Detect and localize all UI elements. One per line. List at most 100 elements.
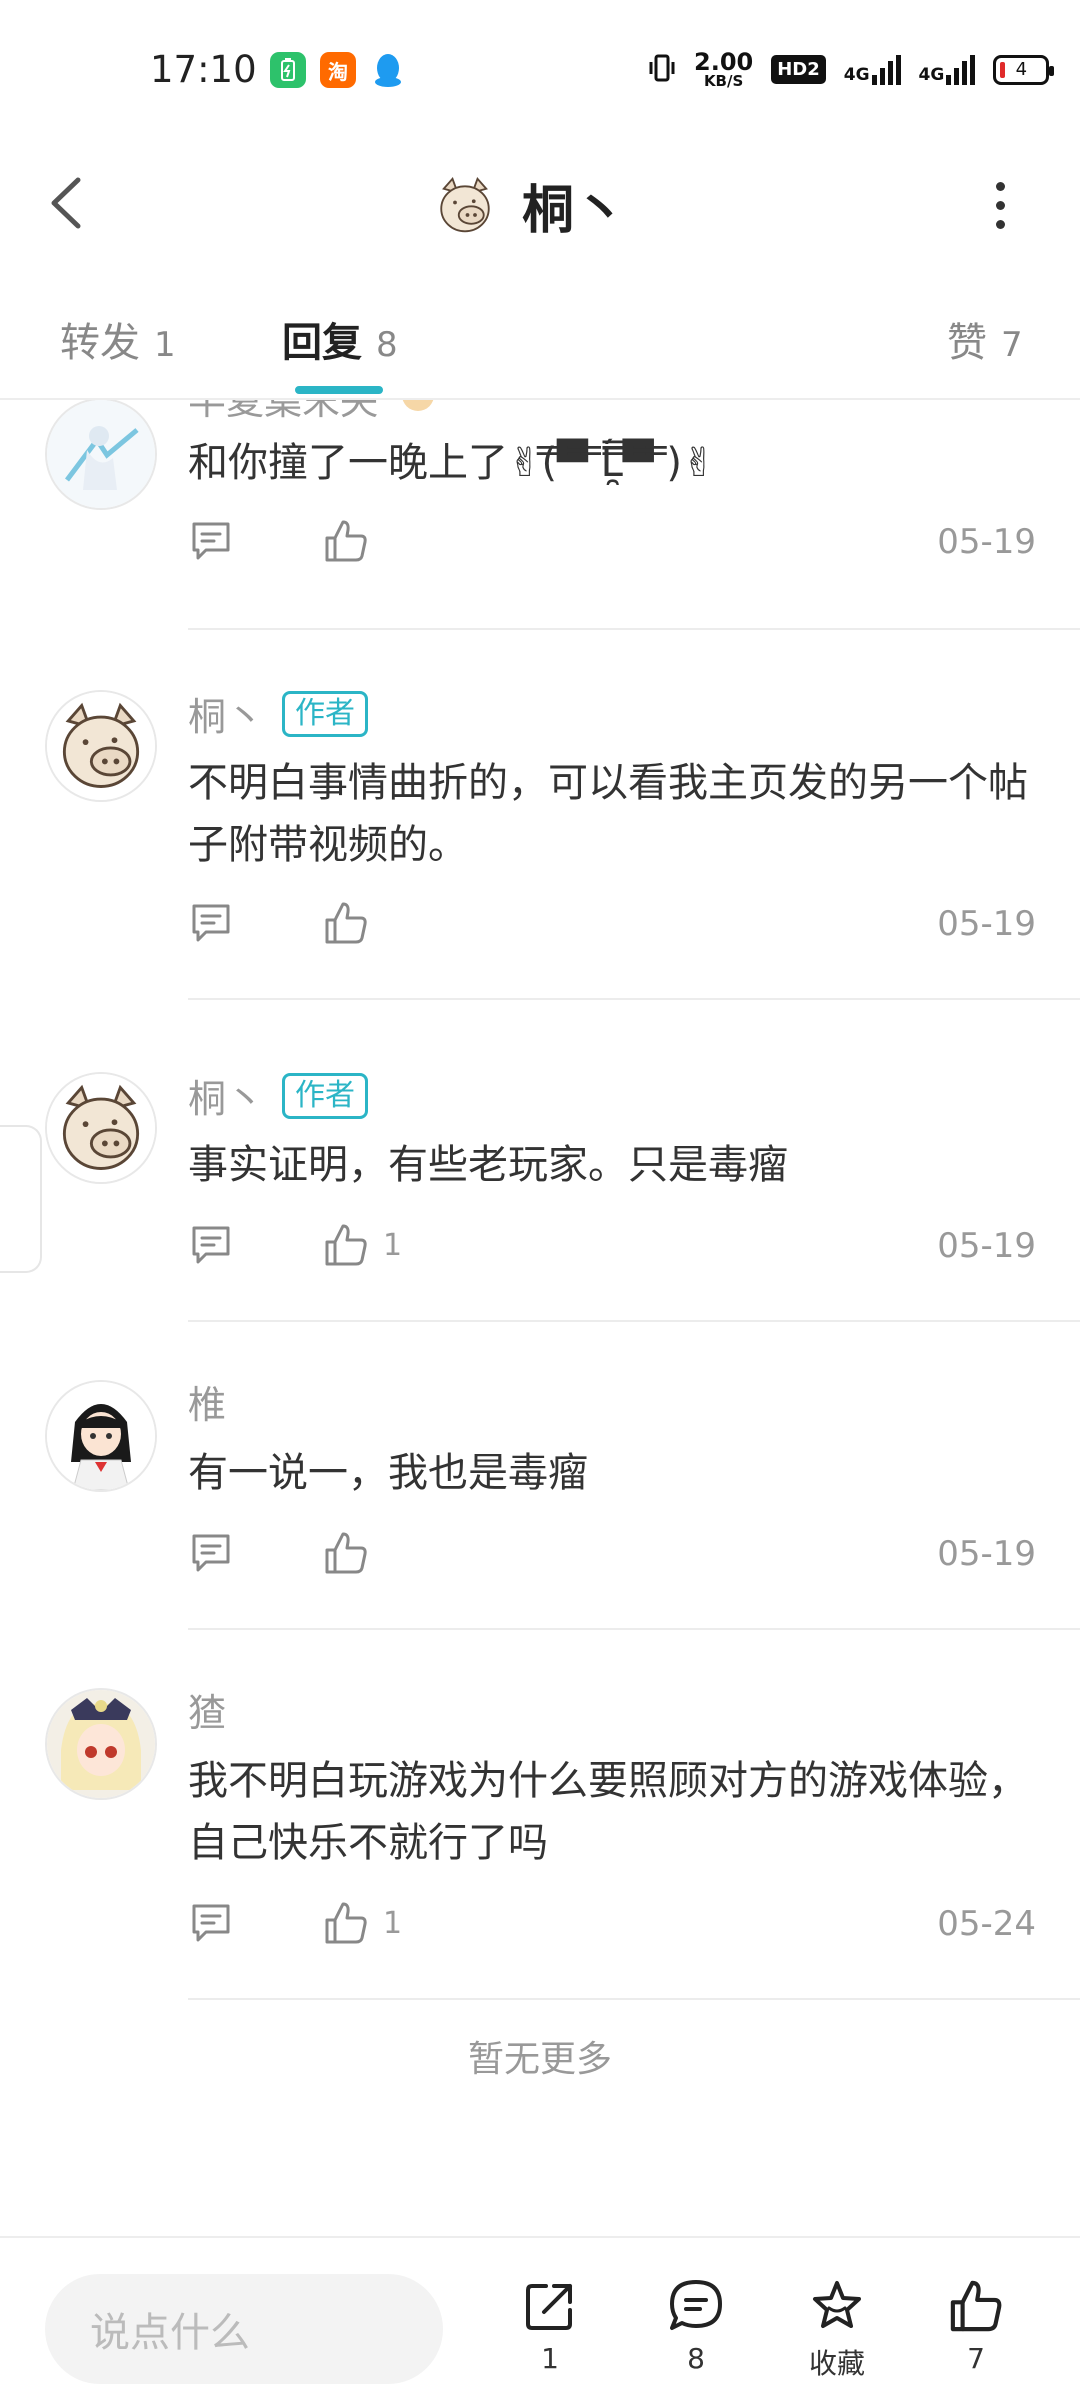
comment-date: 05-19 — [937, 1226, 1036, 1266]
signal-label-2: 4G — [918, 64, 945, 85]
status-app-icons: 淘 — [270, 52, 406, 88]
bottom-bar: 说点什么 1 8 收藏 7 — [0, 2236, 1080, 2400]
page-header: 桐丶 — [0, 140, 1080, 270]
thumbs-up-icon — [325, 1902, 367, 1944]
reply-icon — [192, 1904, 230, 1942]
comment-username-row: 桐丶 作者 — [188, 1068, 369, 1123]
comment-text: 有一说一，我也是毒瘤 — [188, 1450, 588, 1496]
comment-text: 和你撞了一晚上了✌(̿▀̿ ̿Ĺ̯̿̿▀̿ ̿)✌ — [188, 440, 716, 486]
hd-badge: HD2 — [771, 55, 826, 84]
favorite-button[interactable]: 收藏 — [787, 2278, 887, 2382]
back-button[interactable] — [40, 168, 100, 238]
comment-date: 05-19 — [937, 904, 1036, 944]
reply-icon — [192, 522, 230, 560]
comment-text: 我不明白玩游戏为什么要照顾对方的游戏体验，自己快乐不就行了吗 — [188, 1758, 1028, 1866]
comment-username[interactable]: 桐丶 — [188, 1068, 264, 1123]
comment-text: 事实证明，有些老玩家。只是毒瘤 — [188, 1142, 788, 1188]
qq-app-icon — [370, 52, 406, 88]
more-options-button[interactable] — [980, 170, 1020, 240]
tab-active-indicator — [295, 386, 383, 394]
avatar[interactable] — [45, 400, 157, 510]
avatar[interactable] — [45, 1072, 157, 1184]
thumbs-up-icon — [325, 902, 367, 944]
tab-replies-label: 回复 — [282, 320, 362, 366]
status-indicators: 2.00 KB/S HD2 4G 4G 4 — [648, 50, 1055, 90]
reply-button[interactable] — [188, 900, 238, 950]
like-button[interactable] — [323, 900, 383, 946]
comment-item: 桐丶 作者 不明白事情曲折的，可以看我主页发的另一个帖子附带视频的。 05-19 — [0, 690, 1080, 1010]
like-button[interactable] — [323, 518, 383, 564]
comment-item: 猹 我不明白玩游戏为什么要照顾对方的游戏体验，自己快乐不就行了吗 1 05-24 — [0, 1688, 1080, 2008]
tab-replies-count: 8 — [376, 325, 398, 365]
reply-button[interactable] — [188, 1900, 238, 1950]
comment-item: 桐丶 作者 事实证明，有些老玩家。只是毒瘤 1 05-19 — [0, 1072, 1080, 1332]
side-drawer-handle[interactable] — [0, 1125, 42, 1273]
tab-bar: 转发 1 回复 8 赞 7 — [0, 290, 1080, 400]
comment-actions: 05-19 — [188, 900, 1036, 960]
comment-actions: 05-19 — [188, 1530, 1036, 1590]
taobao-app-icon: 淘 — [320, 52, 356, 88]
comment-username[interactable]: 桐丶 — [188, 686, 264, 741]
header-user[interactable]: 桐丶 — [430, 155, 626, 255]
comment-count: 8 — [687, 2342, 705, 2375]
signal-label-1: 4G — [843, 64, 870, 85]
comment-username[interactable]: 半夏葉末央 — [188, 400, 378, 425]
tab-likes[interactable]: 赞 7 — [947, 310, 1023, 368]
comment-date: 05-19 — [937, 522, 1036, 562]
reply-icon — [192, 904, 230, 942]
emoji-avatar-icon — [396, 400, 440, 422]
comment-divider — [188, 998, 1080, 1000]
like-count: 1 — [383, 1227, 403, 1263]
battery-level: 4 — [1015, 59, 1028, 80]
comment-input[interactable]: 说点什么 — [45, 2274, 443, 2384]
net-speed-unit: KB/S — [703, 72, 744, 90]
reply-icon — [192, 1534, 230, 1572]
like-button[interactable]: 1 — [323, 1222, 402, 1268]
comment-username-row: 猹 — [188, 1682, 226, 1737]
comments-button[interactable]: 8 — [646, 2278, 746, 2375]
no-more-label: 暂无更多 — [467, 2039, 612, 2080]
like-button[interactable]: 1 — [323, 1900, 402, 1946]
chevron-left-icon — [51, 177, 81, 229]
comment-actions: 1 05-24 — [188, 1900, 1036, 1960]
comment-username-row: 椎 — [188, 1374, 226, 1429]
battery-app-icon — [270, 52, 306, 88]
like-post-button[interactable]: 7 — [926, 2278, 1026, 2375]
tab-replies[interactable]: 回复 8 — [282, 310, 398, 368]
comment-divider — [188, 1628, 1080, 1630]
comment-username[interactable]: 猹 — [188, 1682, 226, 1737]
author-badge: 作者 — [282, 690, 369, 737]
signal-icon-2: 4G — [918, 54, 976, 85]
thumbs-up-icon — [325, 520, 367, 562]
comment-text: 不明白事情曲折的，可以看我主页发的另一个帖子附带视频的。 — [188, 760, 1028, 868]
reply-icon — [192, 1226, 230, 1264]
header-avatar — [430, 170, 500, 240]
star-icon — [813, 2281, 861, 2328]
avatar[interactable] — [45, 1688, 157, 1800]
comment-username-row: 桐丶 作者 — [188, 686, 369, 741]
reply-button[interactable] — [188, 518, 238, 568]
avatar[interactable] — [45, 690, 157, 802]
tab-forward[interactable]: 转发 1 — [60, 310, 176, 368]
tab-forward-label: 转发 — [60, 320, 140, 366]
reply-button[interactable] — [188, 1530, 238, 1580]
favorite-label: 收藏 — [808, 2347, 865, 2380]
comment-date: 05-24 — [937, 1904, 1036, 1944]
share-icon — [526, 2284, 572, 2330]
author-badge: 作者 — [282, 1072, 369, 1119]
comment-actions: 05-19 — [188, 518, 1036, 578]
comment-username[interactable]: 椎 — [188, 1374, 226, 1429]
share-button[interactable]: 1 — [500, 2278, 600, 2375]
signal-icon-1: 4G — [843, 54, 901, 85]
comment-list[interactable]: 半夏葉末央 和你撞了一晚上了✌(̿▀̿ ̿Ĺ̯̿̿▀̿ ̿)✌ 05-19 桐丶… — [0, 400, 1080, 2235]
tab-likes-label: 赞 — [947, 320, 987, 366]
reply-button[interactable] — [188, 1222, 238, 1272]
comment-divider — [188, 1998, 1080, 2000]
page-title: 桐丶 — [522, 180, 627, 241]
status-bar: 17:10 淘 2.00 KB/S HD2 4G 4G 4 — [0, 0, 1080, 140]
like-button[interactable] — [323, 1530, 383, 1576]
like-post-count: 7 — [967, 2342, 985, 2375]
avatar[interactable] — [45, 1380, 157, 1492]
thumbs-up-icon — [325, 1224, 367, 1266]
comment-item: 半夏葉末央 和你撞了一晚上了✌(̿▀̿ ̿Ĺ̯̿̿▀̿ ̿)✌ 05-19 — [0, 400, 1080, 630]
